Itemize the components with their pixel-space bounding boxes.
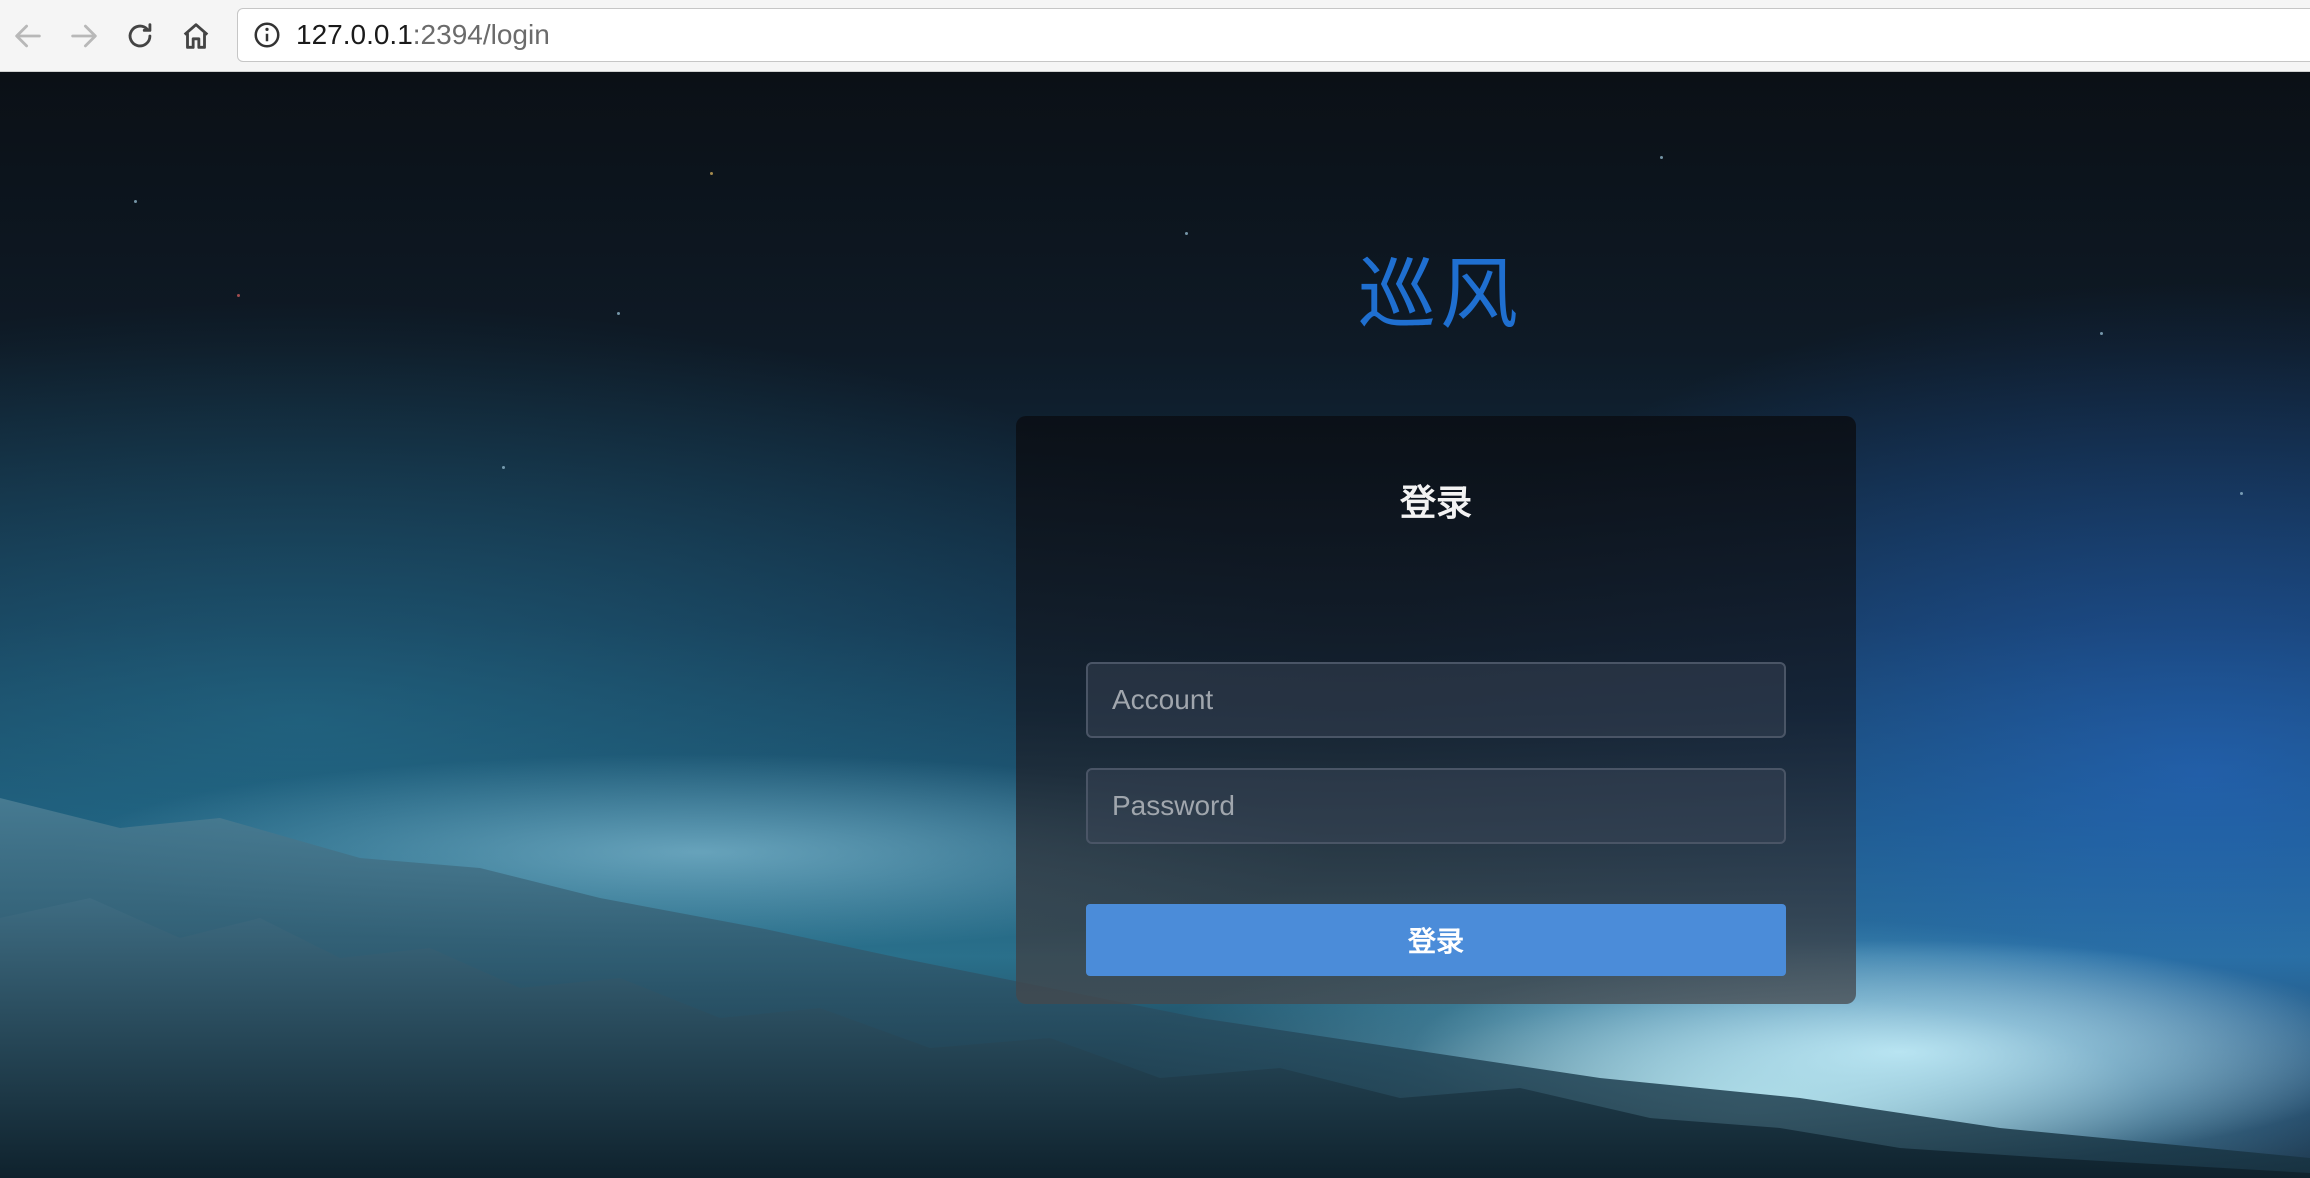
url-path: :2394/login [412, 19, 550, 50]
login-button[interactable]: 登录 [1086, 904, 1786, 976]
account-input[interactable] [1086, 662, 1786, 738]
brand-title: 巡风 [1357, 250, 1522, 340]
reload-icon [128, 22, 152, 47]
url-host: 127.0.0.1 [296, 19, 413, 50]
login-card: 登录 登录 [1016, 416, 1856, 1004]
home-button[interactable] [168, 0, 224, 72]
star [134, 200, 137, 203]
forward-arrow-icon [71, 24, 97, 47]
star [710, 172, 713, 175]
forward-button[interactable] [56, 0, 112, 72]
reload-button[interactable] [112, 0, 168, 72]
info-icon[interactable] [252, 20, 282, 50]
browser-toolbar: 127.0.0.1:2394/login [0, 0, 2310, 72]
star [617, 312, 620, 315]
star [1185, 232, 1188, 235]
star [237, 294, 240, 297]
star [502, 466, 505, 469]
address-bar[interactable]: 127.0.0.1:2394/login [237, 8, 2310, 62]
password-input[interactable] [1086, 768, 1786, 844]
login-title: 登录 [1399, 482, 1472, 523]
home-icon [183, 22, 209, 49]
star [2100, 332, 2103, 335]
login-page-background: 巡风 登录 登录 [0, 72, 2310, 1178]
back-button[interactable] [0, 0, 56, 72]
star [1660, 156, 1663, 159]
star [2240, 492, 2243, 495]
back-arrow-icon [15, 24, 41, 47]
